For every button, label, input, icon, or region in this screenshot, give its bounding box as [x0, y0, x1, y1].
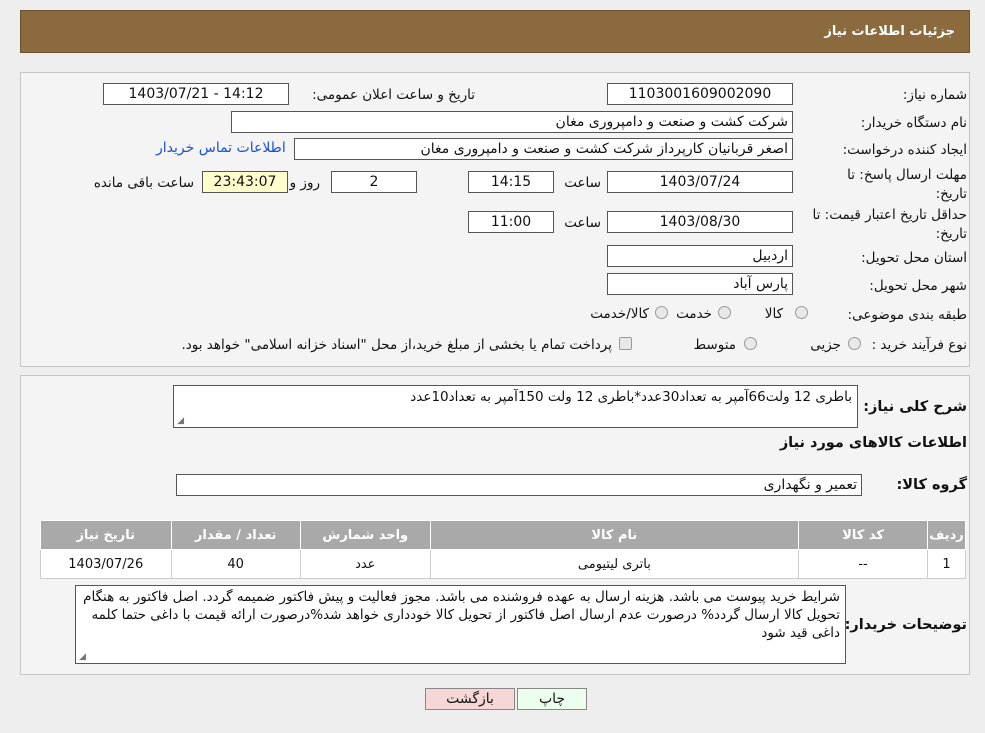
province-field: اردبیل — [607, 245, 793, 267]
process-option-medium: متوسط — [693, 337, 736, 353]
resize-grip-icon[interactable]: ◢ — [176, 417, 184, 426]
reply-deadline-label: مهلت ارسال پاسخ: تا تاریخ: — [847, 167, 967, 202]
table-header-row: ردیف کد کالا نام کالا واحد شمارش تعداد /… — [40, 520, 966, 550]
description-text: باطری 12 ولت66آمپر به تعداد30عدد*باطری 1… — [410, 389, 852, 405]
buyer-notes-textarea: شرایط خرید پیوست می باشد. هزینه ارسال به… — [75, 585, 846, 664]
category-radio-goods[interactable] — [795, 306, 808, 319]
days-label: روز و — [289, 175, 320, 191]
back-button[interactable]: بازگشت — [425, 688, 515, 710]
col-row: ردیف — [927, 520, 966, 550]
days-remaining-field: 2 — [331, 171, 417, 193]
reply-date-field: 1403/07/24 — [607, 171, 793, 193]
goods-info-title: اطلاعات کالاهای مورد نیاز — [779, 435, 967, 451]
cell-code: -- — [798, 549, 929, 579]
price-validity-label: حداقل تاریخ اعتبار قیمت: تا تاریخ: — [812, 207, 967, 242]
announce-label: تاریخ و ساعت اعلان عمومی: — [312, 87, 475, 103]
col-code: کد کالا — [798, 520, 929, 550]
category-option-goods: کالا — [764, 306, 783, 322]
process-radio-minor[interactable] — [848, 337, 861, 350]
price-validity-date-field: 1403/08/30 — [607, 211, 793, 233]
category-option-goods-service: کالا/خدمت — [590, 306, 649, 322]
table-row[interactable]: 1 -- باتری لیتیومی عدد 40 1403/07/26 — [40, 549, 966, 579]
need-number-label: شماره نیاز: — [902, 87, 967, 103]
col-quantity: تعداد / مقدار — [170, 520, 301, 550]
goods-group-field: تعمیر و نگهداری — [176, 474, 862, 496]
category-option-service: خدمت — [676, 306, 712, 322]
process-option-minor: جزیی — [810, 337, 841, 353]
page-title: جزئیات اطلاعات نیاز — [824, 24, 955, 39]
goods-group-label: گروه کالا: — [896, 477, 967, 493]
price-validity-time-field: 11:00 — [468, 211, 554, 233]
cell-quantity: 40 — [170, 549, 301, 579]
col-name: نام کالا — [429, 520, 800, 550]
cell-row: 1 — [927, 549, 966, 579]
treasury-checkbox[interactable] — [619, 337, 632, 350]
goods-table: ردیف کد کالا نام کالا واحد شمارش تعداد /… — [40, 520, 966, 579]
buyer-org-field: شرکت کشت و صنعت و دامپروری مغان — [231, 111, 793, 133]
city-field: پارس آباد — [607, 273, 793, 295]
creator-field: اصغر قربانیان کارپرداز شرکت کشت و صنعت و… — [294, 138, 793, 160]
process-label: نوع فرآیند خرید : — [871, 337, 967, 353]
creator-label: ایجاد کننده درخواست: — [842, 142, 967, 158]
buyer-notes-text: شرایط خرید پیوست می باشد. هزینه ارسال به… — [83, 589, 840, 641]
buyer-org-label: نام دستگاه خریدار: — [860, 115, 967, 131]
col-need-date: تاریخ نیاز — [40, 520, 172, 550]
province-label: استان محل تحویل: — [861, 250, 967, 266]
col-unit: واحد شمارش — [299, 520, 431, 550]
description-textarea: باطری 12 ولت66آمپر به تعداد30عدد*باطری 1… — [173, 385, 858, 428]
reply-time-field: 14:15 — [468, 171, 554, 193]
description-label: شرح کلی نیاز: — [863, 399, 967, 415]
cell-unit: عدد — [299, 549, 431, 579]
need-number-field: 1103001609002090 — [607, 83, 793, 105]
announce-datetime-field: 1403/07/21 - 14:12 — [103, 83, 289, 105]
category-radio-goods-service[interactable] — [655, 306, 668, 319]
price-validity-time-label: ساعت — [564, 215, 601, 231]
remaining-time-label: ساعت باقی مانده — [93, 175, 194, 191]
category-label: طبقه بندی موضوعی: — [847, 307, 967, 323]
city-label: شهر محل تحویل: — [869, 278, 967, 294]
process-radio-medium[interactable] — [744, 337, 757, 350]
process-note: پرداخت تمام یا بخشی از مبلغ خرید،از محل … — [181, 337, 612, 353]
remaining-time-field: 23:43:07 — [202, 171, 288, 193]
cell-need-date: 1403/07/26 — [40, 549, 172, 579]
reply-time-label: ساعت — [564, 175, 601, 191]
buyer-contact-link[interactable]: اطلاعات تماس خریدار — [156, 140, 286, 156]
buyer-notes-label: توضیحات خریدار: — [844, 617, 967, 633]
cell-name: باتری لیتیومی — [429, 549, 800, 579]
resize-grip-icon[interactable]: ◢ — [78, 653, 86, 662]
page-header: جزئیات اطلاعات نیاز — [20, 10, 970, 53]
category-radio-service[interactable] — [718, 306, 731, 319]
print-button[interactable]: چاپ — [517, 688, 587, 710]
